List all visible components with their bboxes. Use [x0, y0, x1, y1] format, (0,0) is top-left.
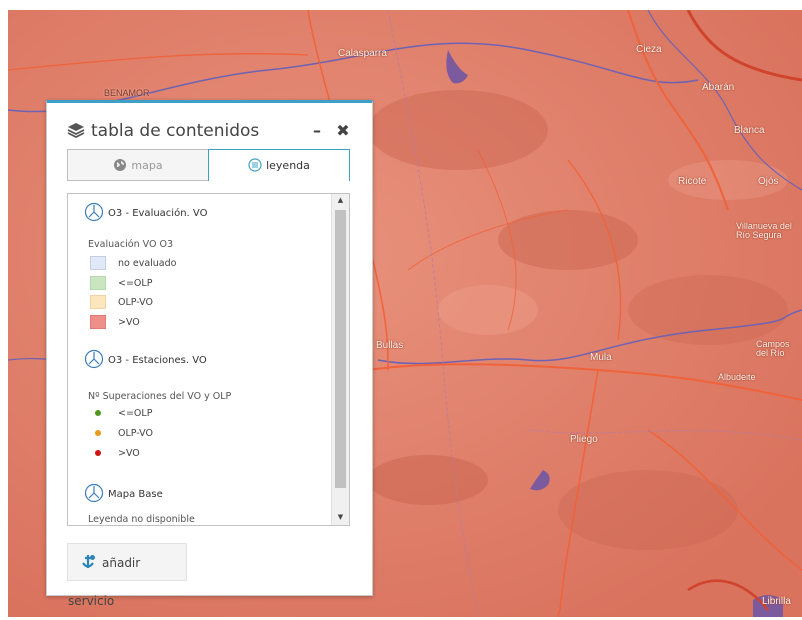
map-label-campos: Campos del Río: [756, 339, 790, 358]
map-label-benamor: BENAMOR: [104, 88, 150, 98]
layer-title-mapa-base: Mapa Base: [84, 483, 163, 503]
legend-subtitle: Nº Superaciones del VO y OLP: [88, 391, 232, 402]
layer-title-estaciones: O3 - Estaciones. VO: [84, 349, 207, 369]
dot-le-olp: [95, 410, 101, 416]
legend-label: no evaluado: [118, 258, 177, 269]
add-service-button[interactable]: añadir servicio: [67, 543, 187, 608]
dot-olp-vo: [95, 430, 101, 436]
map-label-bullas: Bullas: [376, 340, 404, 351]
legend-list-icon: [248, 153, 262, 172]
layer-title-text: O3 - Estaciones. VO: [108, 355, 207, 366]
close-button[interactable]: ✖: [335, 123, 351, 139]
dot-gt-vo: [95, 450, 101, 456]
map-label-ojos: Ojós: [758, 176, 779, 187]
layer-symbol-icon: [84, 202, 104, 222]
layer-symbol-icon: [84, 483, 104, 503]
legend-label: <=OLP: [118, 408, 153, 419]
tab-mapa[interactable]: mapa: [67, 149, 209, 181]
legend-subtitle: Evaluación VO O3: [88, 239, 173, 250]
layer-title-text: O3 - Evaluación. VO: [108, 208, 208, 219]
map-label-ricote: Ricote: [678, 176, 707, 187]
map-label-mula: Mula: [590, 352, 612, 363]
legend-scrollbar[interactable]: ▲ ▼: [331, 194, 349, 525]
globe-icon: [113, 153, 127, 171]
panel-title: tabla de contenidos: [67, 121, 259, 141]
scroll-down-arrow-icon[interactable]: ▼: [332, 513, 349, 523]
swatch-gt-vo: [90, 315, 106, 329]
layers-icon: [67, 122, 85, 139]
legend-label: >VO: [118, 448, 140, 459]
layer-symbol-icon: [84, 349, 104, 369]
scroll-thumb[interactable]: [335, 210, 346, 488]
table-of-contents-panel: tabla de contenidos – ✖ mapa leyenda O3 …: [46, 100, 373, 608]
layer-title-evaluacion: O3 - Evaluación. VO: [84, 202, 207, 222]
legend-label: >VO: [118, 317, 140, 328]
legend-label: OLP-VO: [118, 297, 153, 308]
map-label-calasparra: Calasparra: [338, 48, 387, 59]
swatch-no-evaluado: [90, 256, 106, 270]
tab-mapa-label: mapa: [131, 159, 163, 172]
map-label-pliego: Pliego: [570, 434, 598, 445]
map-label-albudeite: Albudeite: [718, 372, 756, 382]
panel-title-text: tabla de contenidos: [91, 121, 260, 141]
swatch-le-olp: [90, 276, 106, 290]
map-label-villanueva: Villanueva del Río Segura: [736, 221, 792, 240]
legend-label: <=OLP: [118, 278, 153, 289]
legend-unavailable: Leyenda no disponible: [88, 514, 195, 525]
map-label-cieza: Cieza: [636, 44, 662, 55]
tab-leyenda[interactable]: leyenda: [208, 149, 350, 181]
map-label-abaran: Abarán: [702, 82, 735, 93]
add-service-icon: [80, 547, 96, 568]
minimize-button[interactable]: –: [309, 123, 325, 139]
legend-list[interactable]: O3 - Evaluación. VO Evaluación VO O3 no …: [67, 193, 350, 526]
panel-tabs: mapa leyenda: [67, 149, 350, 181]
map-label-blanca: Blanca: [734, 125, 765, 136]
swatch-olp-vo: [90, 295, 106, 309]
legend-label: OLP-VO: [118, 428, 153, 439]
tab-leyenda-label: leyenda: [266, 159, 310, 172]
scroll-up-arrow-icon[interactable]: ▲: [332, 196, 349, 206]
map-label-librilla: Librilla: [762, 596, 791, 607]
layer-title-text: Mapa Base: [108, 489, 163, 500]
